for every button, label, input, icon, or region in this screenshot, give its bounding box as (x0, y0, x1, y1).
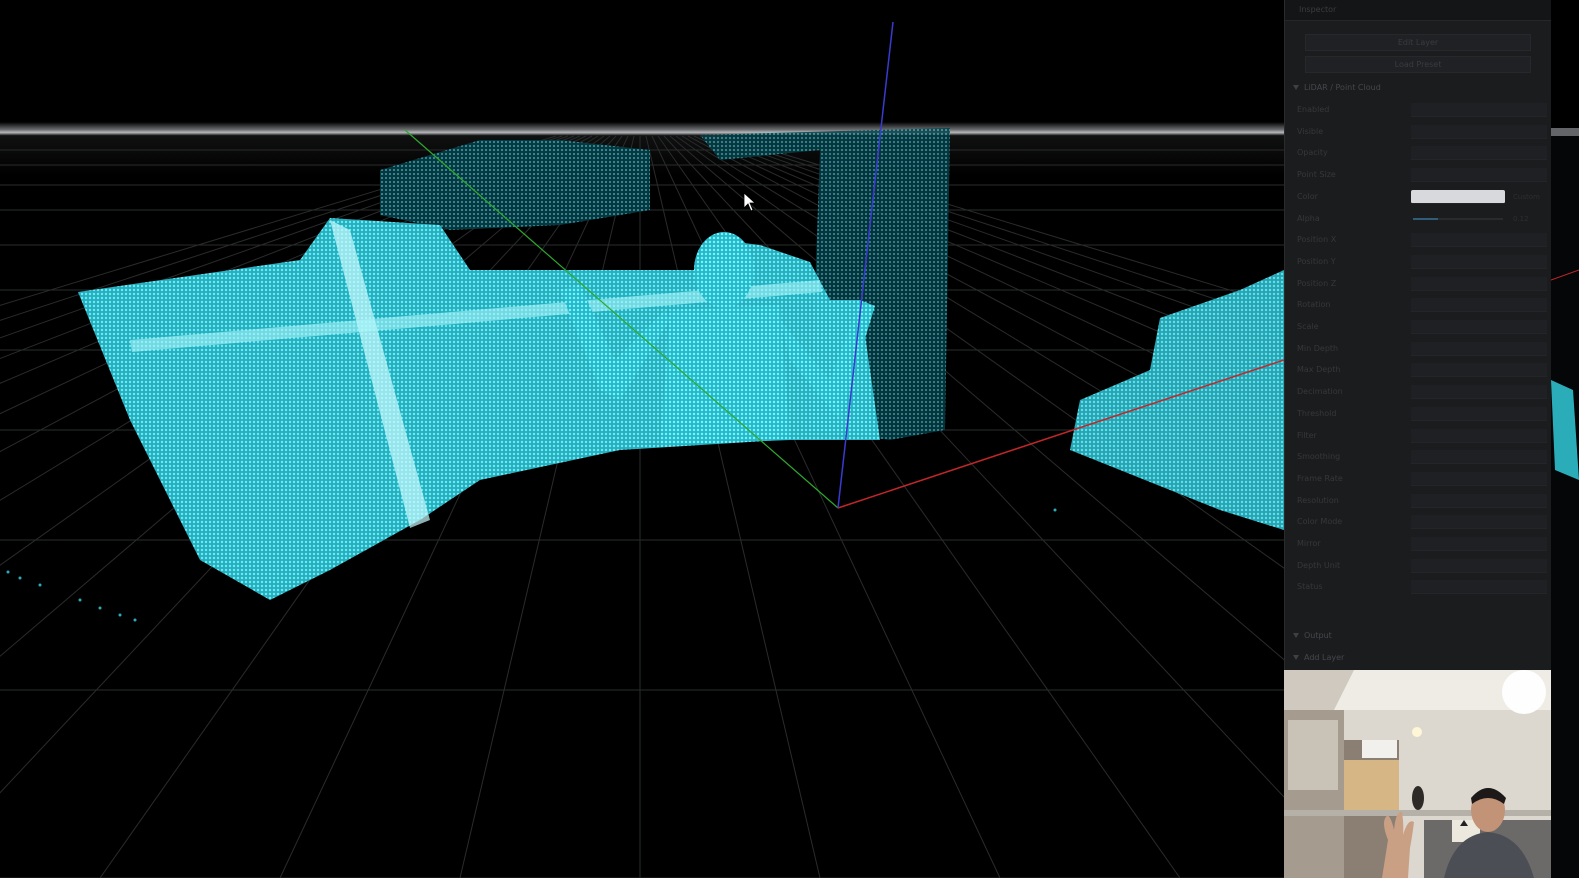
section-label: LiDAR / Point Cloud (1304, 83, 1381, 92)
property-side-value: 0.12 (1513, 214, 1529, 223)
footer-section-header[interactable]: Add Layer (1293, 650, 1543, 666)
property-label: Filter (1297, 430, 1317, 440)
property-value-field[interactable] (1411, 254, 1547, 269)
property-value-field[interactable] (1411, 406, 1547, 421)
panel-titlebar: Inspector (1285, 0, 1551, 21)
property-row: Threshold (1291, 404, 1547, 425)
property-row: Color Mode (1291, 512, 1547, 533)
property-value-field[interactable] (1411, 363, 1547, 378)
footer-section-header[interactable]: Output (1293, 628, 1543, 644)
slider-fill (1413, 217, 1439, 220)
property-value-field[interactable] (1411, 168, 1547, 183)
property-row: Smoothing (1291, 447, 1547, 468)
panel-button-0[interactable]: Edit Layer (1305, 34, 1531, 51)
property-label: Enabled (1297, 105, 1330, 114)
property-row: Resolution (1291, 491, 1547, 512)
3d-viewport[interactable] (0, 0, 1284, 878)
property-value-field[interactable] (1411, 385, 1547, 400)
property-label: Depth Unit (1297, 560, 1341, 570)
property-row: Depth Unit (1291, 556, 1547, 577)
secondary-viewport-strip (1551, 0, 1579, 878)
point-cloud-scene[interactable] (0, 0, 1284, 878)
property-row: Enabled (1291, 100, 1547, 121)
webcam-feed (1284, 670, 1551, 878)
property-label: Resolution (1297, 495, 1339, 505)
property-label: Min Depth (1297, 343, 1339, 353)
property-row: Position Z (1291, 274, 1547, 295)
collapse-triangle-icon (1293, 633, 1299, 638)
property-row: Min Depth (1291, 339, 1547, 360)
property-row: Mirror (1291, 534, 1547, 555)
property-label: Mirror (1297, 539, 1321, 548)
property-value-field[interactable] (1411, 298, 1547, 313)
property-label: Threshold (1297, 408, 1337, 418)
property-row: Status (1291, 577, 1547, 598)
property-value-field[interactable] (1411, 450, 1547, 465)
panel-title: Inspector (1299, 5, 1337, 14)
property-row: Position Y (1291, 252, 1547, 273)
property-label: Visible (1297, 126, 1324, 136)
property-row: Alpha 0.12 (1291, 209, 1547, 230)
property-label: Frame Rate (1297, 473, 1343, 483)
property-row: Frame Rate (1291, 469, 1547, 490)
property-label: Color Mode (1297, 517, 1343, 527)
property-label: Point Size (1297, 170, 1336, 180)
property-side-value: Custom (1513, 192, 1540, 201)
property-label: Max Depth (1297, 365, 1341, 375)
property-label: Smoothing (1297, 452, 1341, 462)
property-value-field[interactable] (1411, 320, 1547, 334)
property-row: Opacity (1291, 143, 1547, 164)
property-row: Rotation (1291, 295, 1547, 316)
property-slider[interactable] (1413, 217, 1503, 220)
footer-section-label: Output (1304, 631, 1332, 640)
inspector-panel: Inspector Edit Layer Load Preset LiDAR / P… (1284, 0, 1551, 670)
panel-button-1[interactable]: Load Preset (1305, 56, 1531, 73)
property-label: Color (1297, 191, 1318, 201)
property-label: Position Y (1297, 256, 1336, 266)
property-value-field[interactable] (1411, 233, 1547, 248)
horizon-band (0, 122, 1284, 136)
footer-section-label: Add Layer (1304, 653, 1345, 662)
property-row: Max Depth (1291, 360, 1547, 381)
property-value-field[interactable] (1411, 341, 1547, 356)
property-row: Visible (1291, 122, 1547, 143)
section-header[interactable]: LiDAR / Point Cloud (1293, 80, 1543, 96)
property-row: Filter (1291, 426, 1547, 447)
collapse-triangle-icon (1293, 655, 1299, 660)
property-label: Rotation (1297, 300, 1331, 310)
property-value-field[interactable] (1411, 189, 1505, 204)
property-value-field[interactable] (1411, 537, 1547, 551)
property-row: Color Custom (1291, 187, 1547, 208)
property-label: Position X (1297, 235, 1337, 245)
property-row: Position X (1291, 230, 1547, 251)
property-label: Position Z (1297, 278, 1337, 288)
property-label: Decimation (1297, 387, 1343, 397)
property-label: Status (1297, 582, 1323, 592)
property-value-field[interactable] (1411, 515, 1547, 530)
property-row: Decimation (1291, 382, 1547, 403)
property-value-field[interactable] (1411, 580, 1547, 595)
property-value-field[interactable] (1411, 428, 1547, 443)
property-label: Opacity (1297, 148, 1328, 158)
property-value-field[interactable] (1411, 276, 1547, 291)
property-row: Scale (1291, 317, 1547, 338)
property-value-field[interactable] (1411, 124, 1547, 139)
property-row: Point Size (1291, 165, 1547, 186)
property-value-field[interactable] (1411, 103, 1547, 117)
property-value-field[interactable] (1411, 558, 1547, 573)
collapse-triangle-icon (1293, 85, 1299, 90)
property-value-field[interactable] (1411, 471, 1547, 486)
property-value-field[interactable] (1411, 493, 1547, 508)
property-label: Alpha (1297, 213, 1320, 223)
property-value-field[interactable] (1411, 146, 1547, 161)
property-label: Scale (1297, 322, 1319, 331)
